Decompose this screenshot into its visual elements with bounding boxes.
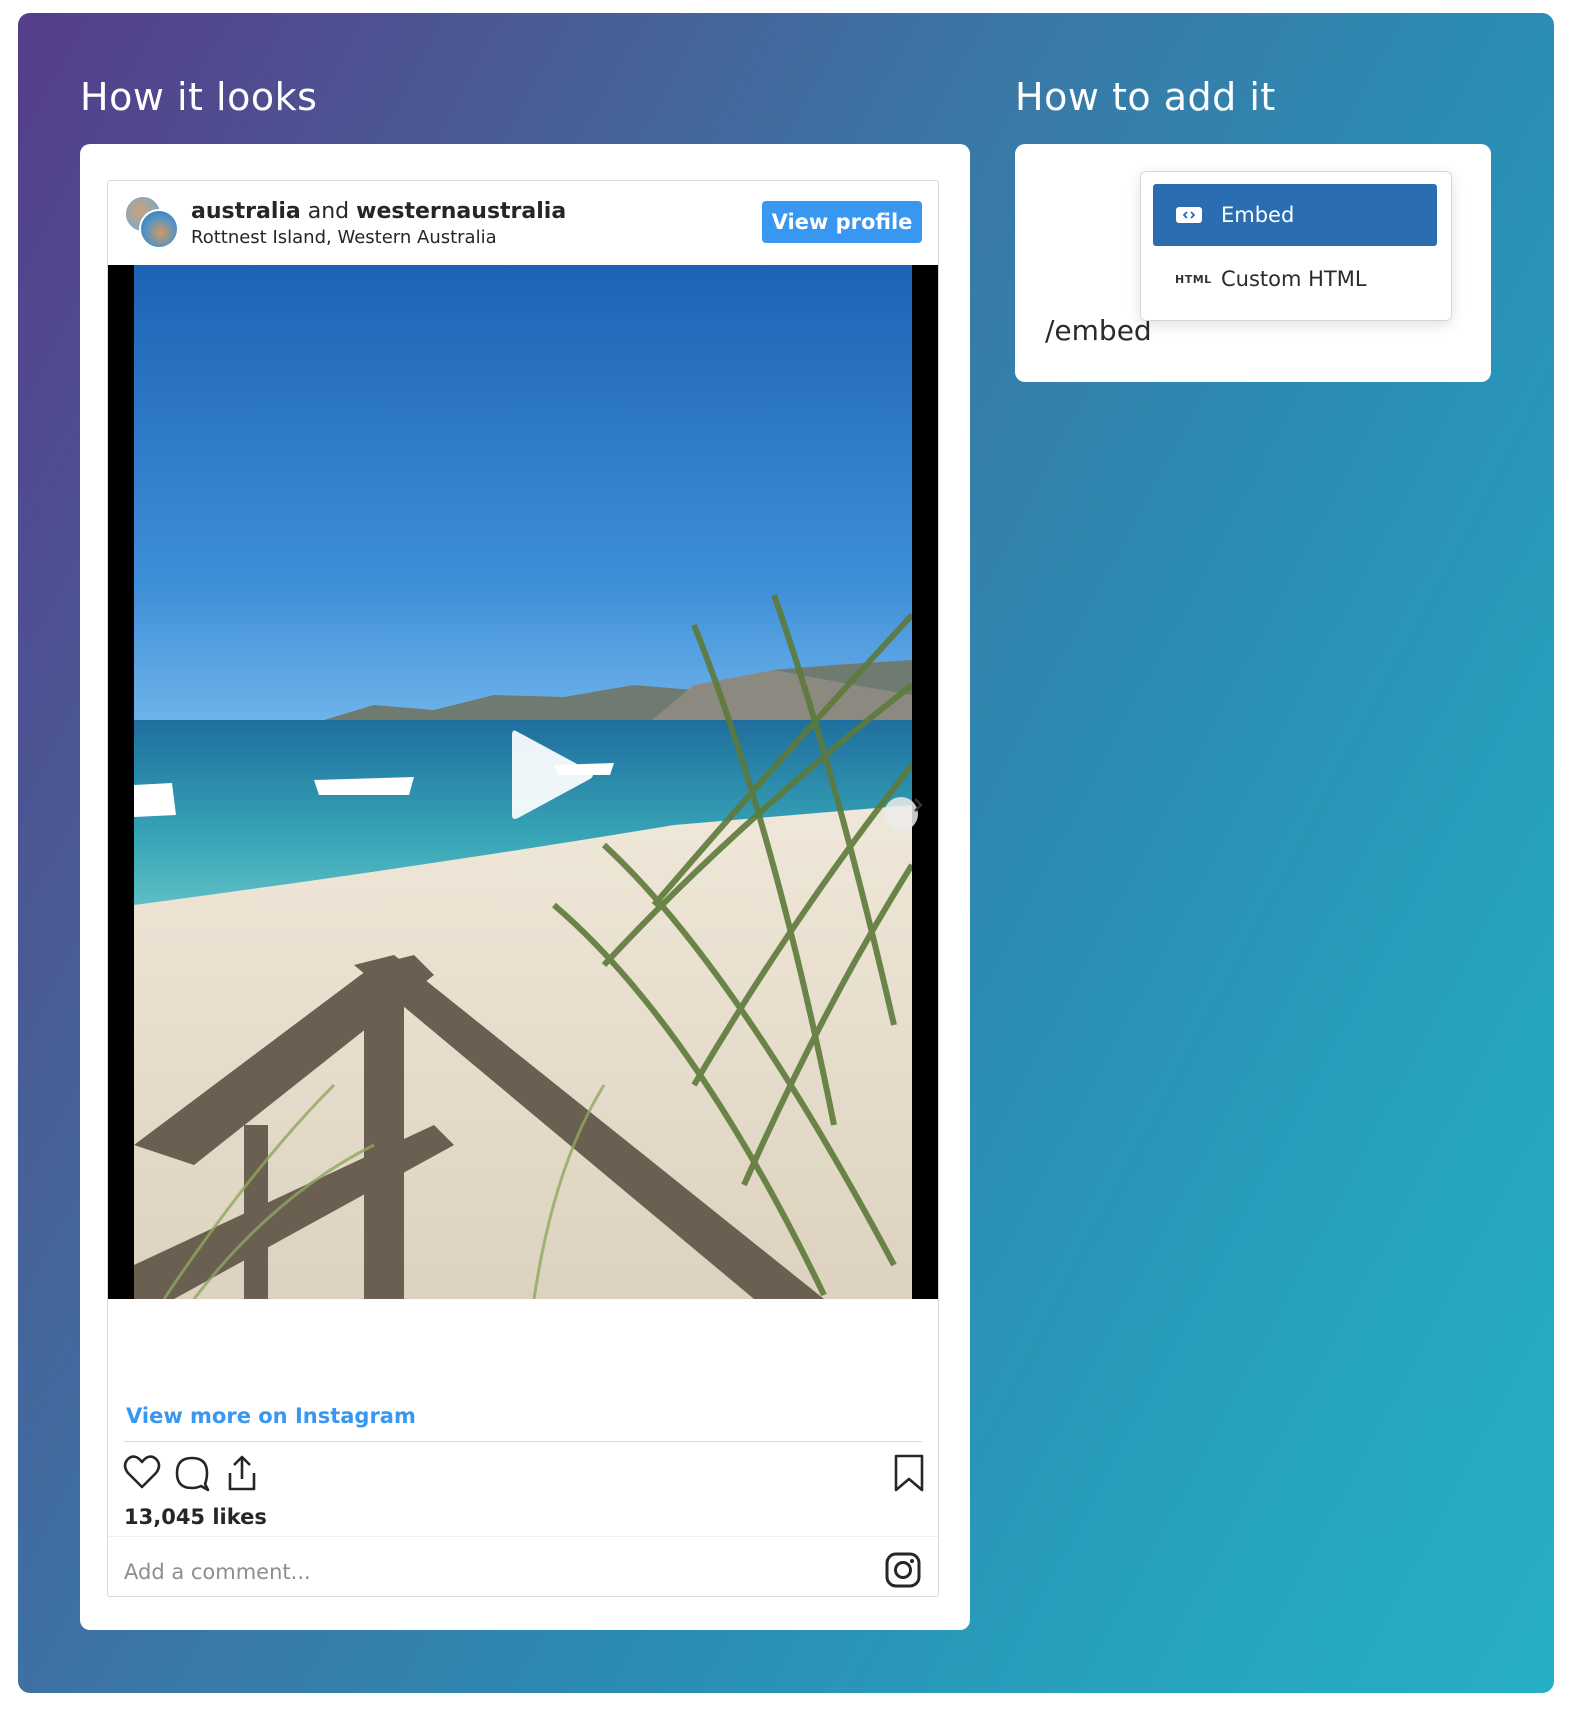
bookmark-icon[interactable] xyxy=(892,1453,926,1498)
menu-item-custom-html[interactable]: HTML Custom HTML xyxy=(1153,248,1437,310)
action-bar xyxy=(122,1453,928,1497)
embed-icon xyxy=(1175,205,1211,225)
add-comment-input[interactable]: Add a comment... xyxy=(124,1560,311,1584)
share-icon[interactable] xyxy=(222,1453,262,1498)
view-more-on-instagram-link[interactable]: View more on Instagram xyxy=(126,1404,416,1428)
html-icon-text: HTML xyxy=(1175,272,1212,286)
likes-count[interactable]: 13,045 likes xyxy=(124,1505,267,1529)
instagram-logo-icon[interactable] xyxy=(884,1551,922,1594)
divider xyxy=(124,1441,922,1442)
background-panel: How it looks How to add it australia and… xyxy=(18,13,1554,1693)
divider xyxy=(108,1536,938,1537)
location-label[interactable]: Rottnest Island, Western Australia xyxy=(191,227,497,248)
comment-icon[interactable] xyxy=(172,1453,212,1498)
instagram-header: australia and westernaustralia Rottnest … xyxy=(108,181,938,266)
slash-command-text[interactable]: /embed xyxy=(1045,314,1152,347)
section-title-how-it-looks: How it looks xyxy=(80,75,318,119)
block-menu: Embed HTML Custom HTML xyxy=(1140,171,1452,321)
account-link-secondary[interactable]: westernaustralia xyxy=(356,199,566,224)
menu-item-label: Embed xyxy=(1221,203,1295,227)
video-thumbnail[interactable] xyxy=(108,265,938,1299)
avatar[interactable] xyxy=(139,209,179,249)
next-slide-icon[interactable] xyxy=(884,797,923,831)
menu-item-label: Custom HTML xyxy=(1221,267,1367,291)
account-joiner: and xyxy=(307,199,350,224)
instagram-embed: australia and westernaustralia Rottnest … xyxy=(107,180,939,1597)
preview-card: australia and westernaustralia Rottnest … xyxy=(80,144,970,1630)
menu-item-embed[interactable]: Embed xyxy=(1153,184,1437,246)
section-title-how-to-add-it: How to add it xyxy=(1015,75,1276,119)
heart-icon[interactable] xyxy=(122,1453,162,1498)
account-names: australia and westernaustralia xyxy=(191,199,566,224)
html-icon: HTML xyxy=(1175,273,1211,286)
instructions-card: /embed Embed HTML Custom HTML xyxy=(1015,144,1491,382)
account-link-primary[interactable]: australia xyxy=(191,199,301,224)
view-profile-button[interactable]: View profile xyxy=(762,201,922,243)
